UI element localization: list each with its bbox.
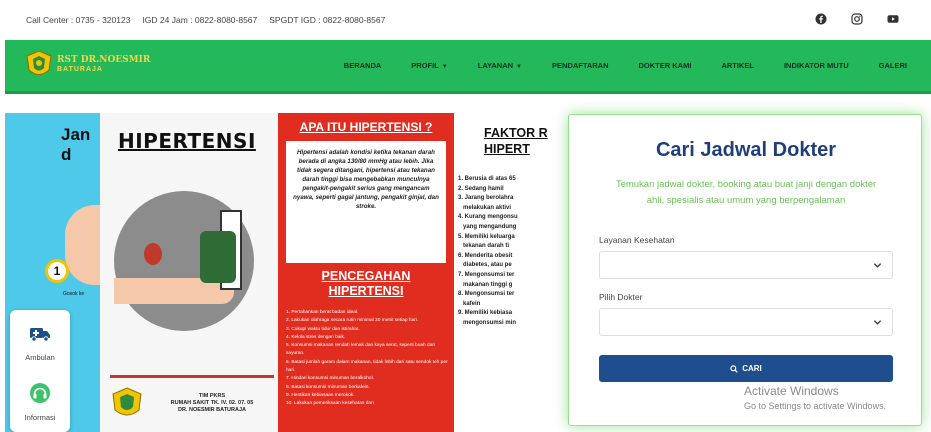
call-center-text: Call Center : 0735 - 320123 bbox=[26, 15, 131, 25]
logo-text-line2: BATURAJA bbox=[57, 66, 103, 73]
doctor-schedule-search-card: Cari Jadwal Dokter Temukan jadwal dokter… bbox=[568, 114, 922, 426]
list-item: melakukan aktivi bbox=[458, 204, 512, 211]
nav-item-profil[interactable]: PROFIL ▼ bbox=[411, 61, 447, 70]
apa-itu-title: APA ITU HIPERTENSI ? bbox=[299, 120, 433, 134]
list-item: 8. Batasi konsumsi minuman berkafein. bbox=[286, 384, 370, 390]
information-label: Informasi bbox=[24, 413, 56, 422]
list-item: 9. Memiliki kebiasa bbox=[458, 310, 513, 317]
hospital-emblem-icon bbox=[26, 50, 52, 75]
list-item: 5. Konsumsi makanan rendah lemak dan kay… bbox=[286, 343, 436, 357]
list-item: mengonsumsi min bbox=[458, 319, 517, 326]
floating-quick-actions: Ambulan Informasi bbox=[10, 310, 70, 432]
list-item: 4. Kelola stres dengan baik. bbox=[286, 334, 346, 340]
list-item: 1. Pertahankan berat badan ideal. bbox=[286, 310, 359, 315]
list-item: 3. Jarang berolahra bbox=[458, 195, 514, 202]
doctor-label: Pilih Dokter bbox=[599, 292, 643, 302]
list-item: 7. Hindari konsumsi minuman beralkohol. bbox=[286, 376, 374, 382]
blood-pressure-cuff-icon bbox=[200, 231, 236, 283]
slide-panel-apa-itu: APA ITU HIPERTENSI ? Hipertensi adalah k… bbox=[278, 113, 454, 432]
chevron-down-icon bbox=[873, 263, 882, 268]
card-subtitle: Temukan jadwal dokter, booking atau buat… bbox=[615, 179, 877, 206]
panel1-caption: Gosok ke bbox=[63, 291, 85, 297]
hospital-seal-icon bbox=[112, 387, 142, 416]
step-number-badge: 1 bbox=[45, 259, 69, 283]
hipertensi-title: HIPERTENSI bbox=[118, 129, 256, 153]
nav-item-indikator-mutu[interactable]: INDIKATOR MUTU bbox=[784, 61, 849, 70]
ambulance-label: Ambulan bbox=[25, 353, 55, 362]
nav-item-pendaftaran[interactable]: PENDAFTARAN bbox=[552, 61, 609, 70]
search-button-label: CARI bbox=[742, 364, 762, 373]
facebook-icon[interactable] bbox=[815, 13, 827, 25]
activate-windows-watermark: Activate Windows Go to Settings to activ… bbox=[744, 384, 886, 411]
nav-menu: BERANDA PROFIL ▼ LAYANAN ▼ PENDAFTARAN DOK… bbox=[314, 40, 907, 91]
list-item: 5. Memiliki keluarga bbox=[458, 233, 515, 240]
list-item: 6. Menderita obesit bbox=[458, 252, 513, 259]
nav-item-artikel[interactable]: ARTIKEL bbox=[721, 61, 754, 70]
faktor-title: FAKTOR R HIPERT bbox=[484, 126, 548, 156]
list-item: 1. Berusia di atas 65 bbox=[458, 176, 516, 182]
list-item: 2. Lakukan olahraga secara rutin minimal… bbox=[286, 318, 419, 324]
nav-item-galeri[interactable]: GALERI bbox=[879, 61, 907, 70]
site-logo[interactable]: RST DR.NOESMIR BATURAJA bbox=[25, 50, 150, 80]
list-item: makanan tinggi g bbox=[458, 281, 513, 288]
slide-panel-faktor-risiko: FAKTOR R HIPERT 1. Berusia di atas 65 2.… bbox=[454, 113, 574, 432]
search-icon bbox=[730, 364, 738, 373]
ambulance-button[interactable]: Ambulan bbox=[10, 312, 70, 370]
top-info-bar: Call Center : 0735 - 320123 IGD 24 Jam :… bbox=[0, 0, 931, 40]
definition-text: Hipertensi adalah kondisi ketika tekanan… bbox=[286, 141, 446, 263]
panel1-title: Jan d bbox=[61, 125, 91, 164]
pump-bulb-icon bbox=[144, 243, 162, 265]
watermark-subtitle: Go to Settings to activate Windows. bbox=[744, 401, 887, 411]
list-item: yang mengandung bbox=[458, 223, 517, 230]
list-item: diabetes, atau pe bbox=[458, 262, 512, 269]
social-links bbox=[815, 13, 911, 25]
doctor-select[interactable] bbox=[599, 308, 893, 336]
risk-factor-list: 1. Berusia di atas 65 2. Sedang hamil 3.… bbox=[458, 175, 574, 329]
list-item: 8. Mengonsumsi ter bbox=[458, 291, 515, 298]
watermark-title: Activate Windows bbox=[744, 384, 839, 398]
list-item: 4. Kurang mengonsu bbox=[458, 214, 518, 221]
caret-down-icon: ▼ bbox=[441, 64, 448, 70]
igd-phone-text: IGD 24 Jam : 0822-8080-8567 bbox=[142, 15, 258, 25]
hand-illustration bbox=[65, 205, 100, 285]
nav-item-dokter-kami[interactable]: DOKTER KAMI bbox=[639, 61, 692, 70]
ambulance-icon bbox=[30, 328, 50, 342]
information-button[interactable]: Informasi bbox=[10, 372, 70, 430]
spgdt-phone-text: SPGDT IGD : 0822-8080-8567 bbox=[269, 15, 386, 25]
nav-item-layanan[interactable]: LAYANAN ▼ bbox=[478, 61, 522, 70]
slide-panel-hipertensi: HIPERTENSI TIM PKRS RUMAH SAKIT TK. IV. … bbox=[100, 113, 278, 432]
list-item: tekanan darah ti bbox=[458, 243, 510, 250]
list-item: kafein bbox=[458, 300, 481, 307]
youtube-icon[interactable] bbox=[887, 13, 899, 25]
list-item: 9. Hentikan kebiasaan merokok. bbox=[286, 392, 355, 398]
prevention-list: 1. Pertahankan berat badan ideal. 2. Lak… bbox=[286, 309, 450, 409]
nav-item-beranda[interactable]: BERANDA bbox=[344, 61, 382, 70]
list-item: 3. Cukupi waktu tidur dan istirahat. bbox=[286, 326, 360, 332]
service-select[interactable] bbox=[599, 251, 893, 279]
service-label: Layanan Kesehatan bbox=[599, 235, 675, 245]
list-item: 6. Batasi jumlah garam dalam makanan, ti… bbox=[286, 359, 448, 374]
pencegahan-title: PENCEGAHAN HIPERTENSI bbox=[321, 269, 411, 298]
list-item: 7. Mengonsumsi ter bbox=[458, 271, 515, 278]
divider bbox=[110, 375, 274, 378]
logo-text-line1: RST DR.NOESMIR bbox=[57, 55, 151, 65]
list-item: 10. Lakukan pemeriksaan kesehatan dan bbox=[286, 401, 374, 407]
search-button[interactable]: CARI bbox=[599, 355, 893, 382]
card-title: Cari Jadwal Dokter bbox=[655, 139, 837, 161]
caret-down-icon: ▼ bbox=[516, 64, 522, 70]
headset-icon bbox=[30, 383, 50, 403]
list-item: 2. Sedang hamil bbox=[458, 185, 504, 192]
main-navbar: RST DR.NOESMIR BATURAJA BERANDA PROFIL ▼ … bbox=[5, 40, 931, 94]
instagram-icon[interactable] bbox=[851, 13, 863, 25]
team-credit: TIM PKRS RUMAH SAKIT TK. IV. 02. 07. 05 … bbox=[170, 393, 254, 413]
chevron-down-icon bbox=[873, 320, 882, 325]
